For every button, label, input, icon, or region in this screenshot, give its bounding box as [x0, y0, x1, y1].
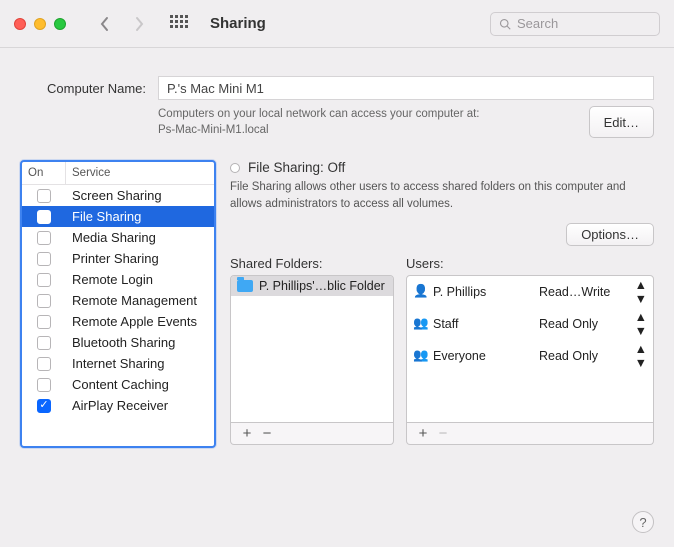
service-row[interactable]: Media Sharing [22, 227, 214, 248]
permission-value: Read Only [539, 349, 598, 363]
service-checkbox[interactable] [37, 399, 51, 413]
service-label: Internet Sharing [66, 356, 214, 371]
computer-name-hint: Computers on your local network can acce… [158, 106, 589, 138]
services-header-service[interactable]: Service [66, 162, 214, 184]
service-checkbox[interactable] [37, 315, 51, 329]
service-label: Content Caching [66, 377, 214, 392]
permission-selector[interactable]: Read Only ▲▼ [539, 342, 647, 370]
service-checkbox[interactable] [37, 252, 51, 266]
service-row[interactable]: Screen Sharing [22, 185, 214, 206]
service-label: Remote Management [66, 293, 214, 308]
service-label: Bluetooth Sharing [66, 335, 214, 350]
chevron-updown-icon: ▲▼ [635, 278, 647, 306]
options-button[interactable]: Options… [566, 223, 654, 246]
permission-value: Read…Write [539, 285, 610, 299]
user-name: Staff [433, 317, 533, 331]
search-placeholder: Search [517, 16, 558, 31]
user-row[interactable]: 👥 Everyone Read Only ▲▼ [407, 340, 653, 372]
chevron-updown-icon: ▲▼ [635, 342, 647, 370]
remove-folder-button[interactable]: − [257, 426, 277, 441]
service-description: File Sharing allows other users to acces… [230, 179, 654, 212]
service-checkbox[interactable] [37, 273, 51, 287]
search-icon [499, 18, 511, 30]
service-status-title: File Sharing: Off [248, 160, 345, 175]
remove-user-button: − [433, 426, 453, 441]
close-window-dot[interactable] [14, 18, 26, 30]
service-checkbox[interactable] [37, 294, 51, 308]
shared-folders-heading: Shared Folders: [230, 256, 394, 271]
group3-icon: 👥 [413, 348, 427, 363]
service-row[interactable]: File Sharing [22, 206, 214, 227]
user-row[interactable]: 👤 P. Phillips Read…Write ▲▼ [407, 276, 653, 308]
users-list[interactable]: 👤 P. Phillips Read…Write ▲▼ 👥 Staff Read Only ▲… [406, 275, 654, 423]
add-folder-button[interactable]: + [237, 426, 257, 441]
service-label: Screen Sharing [66, 188, 214, 203]
service-row[interactable]: Remote Login [22, 269, 214, 290]
back-button[interactable] [92, 11, 118, 37]
minimize-window-dot[interactable] [34, 18, 46, 30]
user-name: Everyone [433, 349, 533, 363]
window-controls [14, 18, 66, 30]
computer-name-field[interactable] [158, 76, 654, 100]
service-checkbox[interactable] [37, 357, 51, 371]
group-icon: 👥 [413, 316, 427, 331]
folder-icon [237, 280, 253, 292]
service-row[interactable]: Bluetooth Sharing [22, 332, 214, 353]
service-label: Remote Login [66, 272, 214, 287]
service-row[interactable]: Content Caching [22, 374, 214, 395]
permission-value: Read Only [539, 317, 598, 331]
show-all-icon[interactable] [170, 15, 188, 33]
permission-selector[interactable]: Read Only ▲▼ [539, 310, 647, 338]
user-name: P. Phillips [433, 285, 533, 299]
service-checkbox[interactable] [37, 231, 51, 245]
permission-selector[interactable]: Read…Write ▲▼ [539, 278, 647, 306]
service-checkbox[interactable] [37, 378, 51, 392]
shared-folder-label: P. Phillips'…blic Folder [259, 279, 385, 293]
service-status-led [230, 163, 240, 173]
zoom-window-dot[interactable] [54, 18, 66, 30]
services-list: On Service Screen Sharing File Sharing Med… [20, 160, 216, 448]
search-input[interactable]: Search [490, 12, 660, 36]
service-label: AirPlay Receiver [66, 398, 214, 413]
service-checkbox[interactable] [37, 210, 51, 224]
user-row[interactable]: 👥 Staff Read Only ▲▼ [407, 308, 653, 340]
service-label: Remote Apple Events [66, 314, 214, 329]
service-row[interactable]: Internet Sharing [22, 353, 214, 374]
shared-folder-item[interactable]: P. Phillips'…blic Folder [231, 276, 393, 296]
shared-folders-list[interactable]: P. Phillips'…blic Folder [230, 275, 394, 423]
person-icon: 👤 [413, 284, 427, 299]
forward-button[interactable] [126, 11, 152, 37]
add-user-button[interactable]: + [413, 426, 433, 441]
service-row[interactable]: Printer Sharing [22, 248, 214, 269]
chevron-updown-icon: ▲▼ [635, 310, 647, 338]
services-header-on[interactable]: On [22, 162, 66, 184]
service-label: Printer Sharing [66, 251, 214, 266]
service-row[interactable]: Remote Apple Events [22, 311, 214, 332]
pane-title: Sharing [210, 15, 266, 32]
service-label: Media Sharing [66, 230, 214, 245]
service-row[interactable]: AirPlay Receiver [22, 395, 214, 416]
help-button[interactable]: ? [632, 511, 654, 533]
service-checkbox[interactable] [37, 189, 51, 203]
users-heading: Users: [406, 256, 654, 271]
computer-name-label: Computer Name: [20, 81, 146, 96]
service-row[interactable]: Remote Management [22, 290, 214, 311]
service-label: File Sharing [66, 209, 214, 224]
edit-hostname-button[interactable]: Edit… [589, 106, 654, 138]
service-checkbox[interactable] [37, 336, 51, 350]
